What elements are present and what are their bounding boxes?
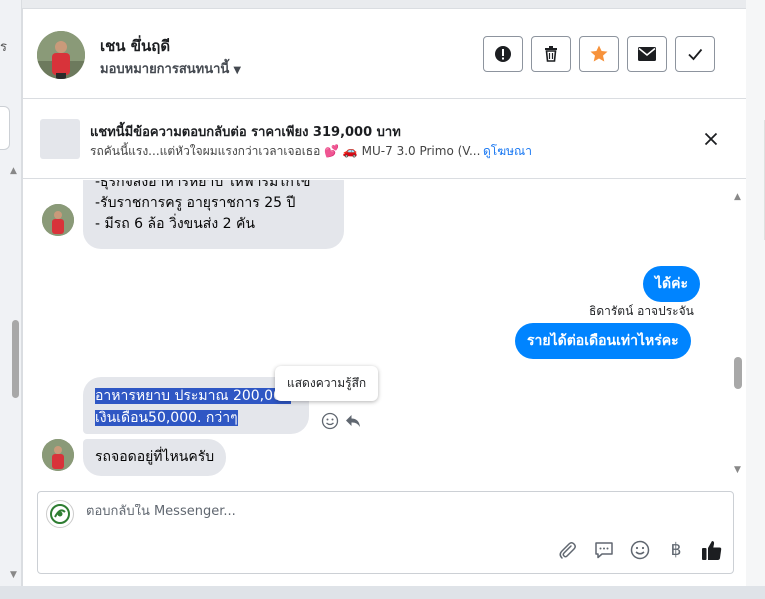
message-bubble-outgoing[interactable]: รายได้ต่อเดือนเท่าไหร่คะ	[515, 323, 691, 359]
smiley-icon	[321, 412, 339, 430]
message-line: -ธุรกิจส่งอาหารหยาบ ให้ฟาร์มไก่ไข่	[95, 180, 311, 190]
react-button[interactable]	[320, 411, 340, 431]
page-avatar	[46, 500, 74, 528]
ad-title: แชทนี้มีข้อความตอบกลับต่อ ราคาเพียง 319,…	[90, 125, 401, 140]
message-bubble-outgoing[interactable]: ได้ค่ะ	[643, 266, 701, 302]
saved-replies-button[interactable]	[592, 538, 616, 562]
message-bubble-incoming[interactable]: รถจอดอยู่ที่ไหนครับ	[83, 439, 227, 476]
payment-button[interactable]: ฿	[664, 538, 688, 562]
delete-button[interactable]	[531, 36, 571, 72]
selected-text: อาหารหยาบ ประมาณ 200,000	[95, 388, 291, 404]
message-bubble-incoming[interactable]: -ธุรกิจส่งอาหารหยาบ ให้ฟาร์มไก่ไข่ -รับร…	[83, 180, 344, 249]
like-button[interactable]	[700, 538, 724, 562]
sidebar-scrollbar-thumb[interactable]	[12, 320, 19, 398]
assign-conversation-dropdown[interactable]: มอบหมายการสนทนานี้ ▼	[100, 58, 241, 79]
contact-avatar-small	[42, 204, 74, 236]
check-icon	[688, 48, 703, 61]
chat-scroll-up-arrow[interactable]: ▲	[734, 192, 741, 202]
message-line: -รับราชการครู อายุราชการ 25 ปี	[95, 195, 296, 211]
contact-avatar[interactable]	[37, 31, 85, 79]
message-thread: -ธุรกิจส่งอาหารหยาบ ให้ฟาร์มไก่ไข่ -รับร…	[23, 180, 747, 480]
message-composer: ฿	[37, 491, 734, 574]
message-line: - มีรถ 6 ล้อ วิ่งขนส่ง 2 คัน	[95, 216, 255, 232]
sidebar-card-edge[interactable]	[0, 106, 10, 150]
right-panel-edge	[746, 0, 765, 590]
selected-text: เงินเดือน50,000. กว่าๆ	[95, 410, 238, 426]
emoji-icon	[630, 540, 650, 560]
close-ad-bar-button[interactable]	[698, 126, 724, 152]
ad-context-bar: แชทนี้มีข้อความตอบกลับต่อ ราคาเพียง 319,…	[23, 99, 747, 179]
mail-icon	[638, 47, 656, 61]
left-sidebar-edge: ร ▲ ▼	[0, 0, 22, 590]
thumbs-up-icon	[702, 541, 722, 560]
paperclip-icon	[559, 542, 576, 559]
mark-spam-button[interactable]	[483, 36, 523, 72]
mark-unread-button[interactable]	[627, 36, 667, 72]
baht-icon: ฿	[670, 540, 682, 560]
reply-icon	[346, 415, 360, 427]
caret-down-icon: ▼	[233, 65, 242, 76]
trash-icon	[545, 46, 557, 62]
conversation-header: เชน ขึ่นฤดี มอบหมายการสนทนานี้ ▼	[23, 9, 747, 99]
star-icon	[590, 45, 608, 62]
reply-input[interactable]	[86, 504, 686, 519]
assign-label: มอบหมายการสนทนานี้	[100, 62, 230, 77]
chat-bubble-icon	[595, 542, 613, 559]
sender-name: ธิดารัตน์ อาจประจัน	[589, 304, 694, 318]
mark-done-button[interactable]	[675, 36, 715, 72]
conversation-panel: เชน ขึ่นฤดี มอบหมายการสนทนานี้ ▼ แชทนี้มี…	[22, 8, 747, 586]
bottom-edge	[0, 586, 765, 599]
emoji-button[interactable]	[628, 538, 652, 562]
alert-icon	[495, 46, 511, 62]
chat-scroll-down-arrow[interactable]: ▼	[734, 465, 741, 475]
close-icon	[704, 132, 718, 146]
contact-name[interactable]: เชน ขึ่นฤดี	[100, 34, 170, 58]
reply-button[interactable]	[343, 411, 363, 431]
chat-scrollbar-thumb[interactable]	[734, 357, 742, 389]
attach-button[interactable]	[555, 538, 579, 562]
sidebar-scroll-up-arrow[interactable]: ▲	[10, 166, 17, 176]
ad-thumbnail	[40, 119, 80, 159]
view-ad-link[interactable]: ดูโฆษณา	[483, 142, 532, 161]
ad-subtitle: รถคันนี้แรง...แต่หัวใจผมแรงกว่าเวลาเจอเธ…	[90, 144, 481, 158]
sidebar-scroll-down-arrow[interactable]: ▼	[10, 570, 17, 580]
contact-avatar-small	[42, 439, 74, 471]
star-button[interactable]	[579, 36, 619, 72]
sidebar-cut-text: ร	[0, 40, 7, 55]
reaction-tooltip: แสดงความรู้สึก	[275, 366, 379, 401]
